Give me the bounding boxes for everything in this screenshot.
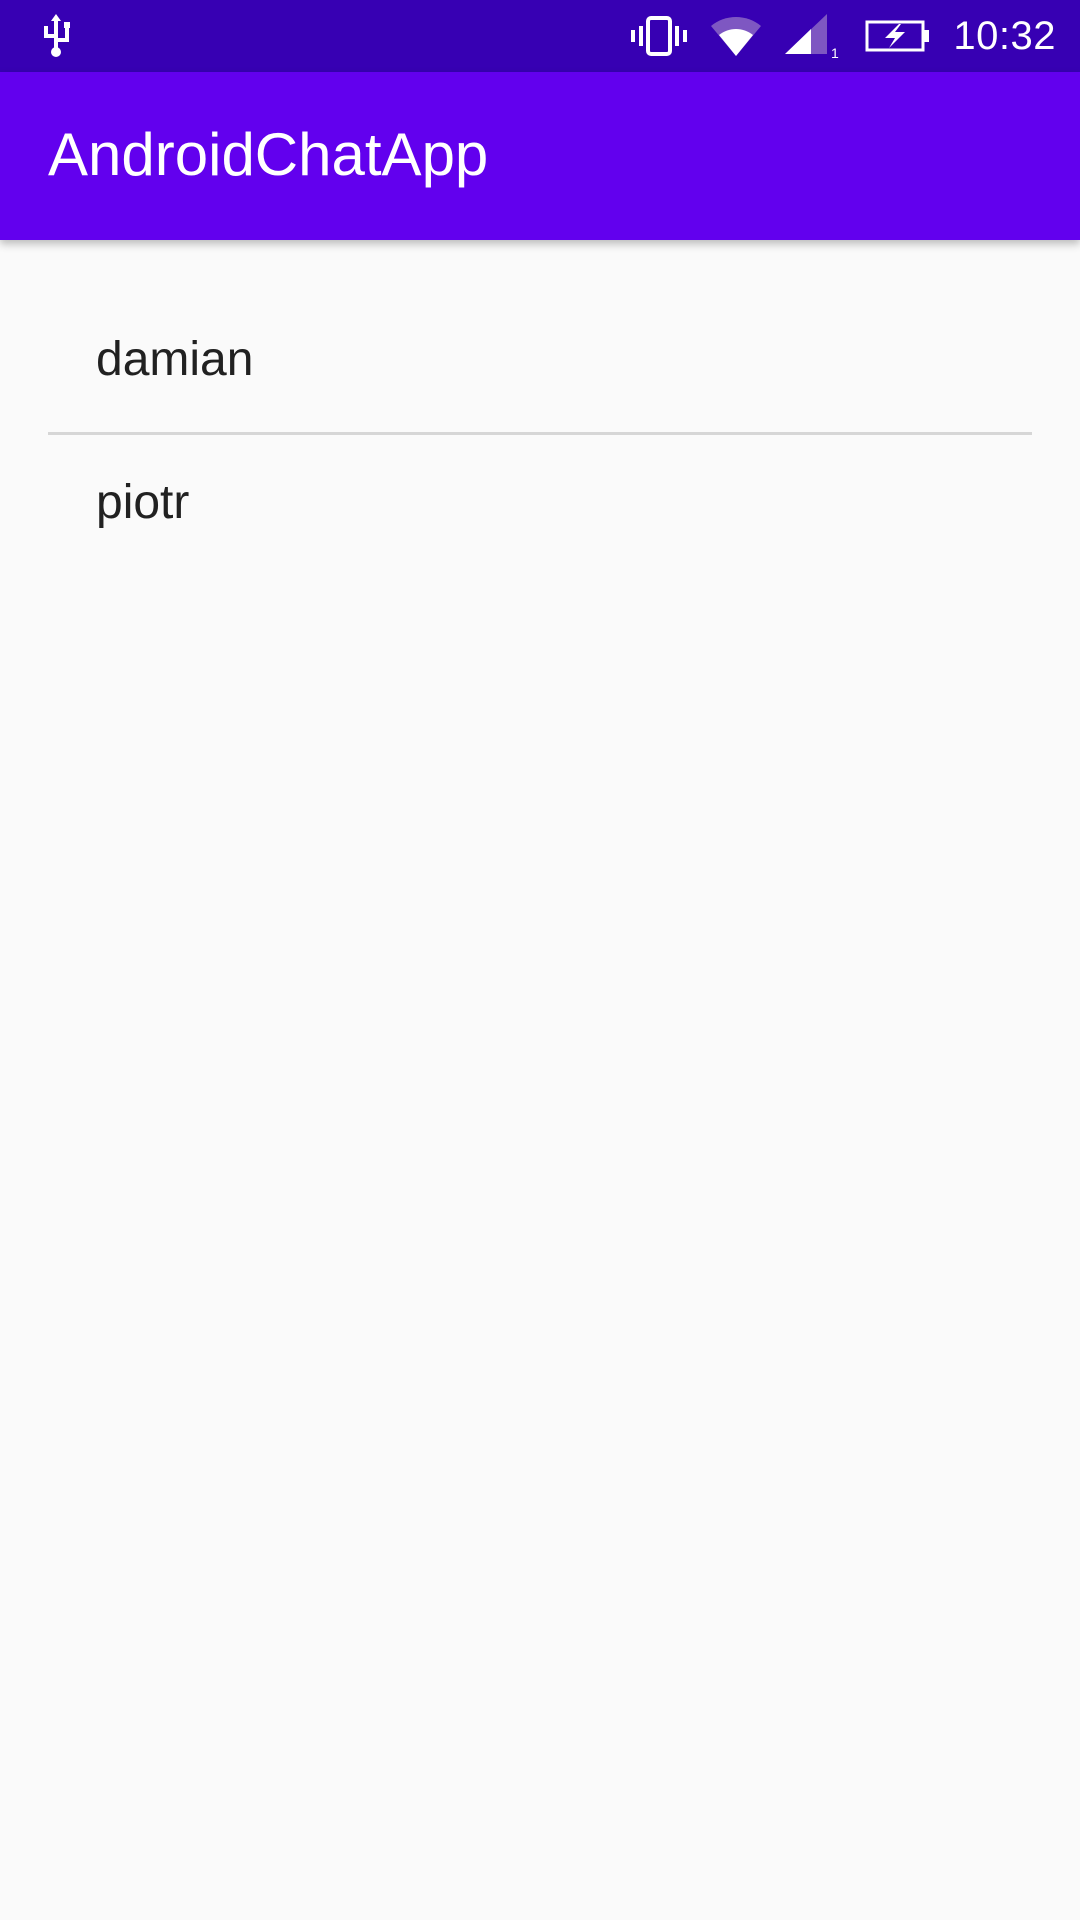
sim-slot-label: 1 (831, 45, 839, 58)
battery-charging-icon (865, 18, 931, 54)
status-icons: 1 10:32 (631, 0, 1056, 72)
wifi-icon (709, 14, 763, 58)
app-title: AndroidChatApp (48, 121, 489, 188)
contact-list: damian piotr (0, 240, 1080, 585)
app-bar: AndroidChatApp (0, 72, 1080, 240)
contact-item-piotr[interactable]: piotr (0, 433, 1080, 585)
status-bar: 1 10:32 (0, 0, 1080, 72)
screen: 1 10:32 AndroidChatApp damian piotr (0, 0, 1080, 1920)
contact-name: damian (96, 333, 254, 386)
status-time: 10:32 (953, 13, 1056, 58)
contact-item-damian[interactable]: damian (0, 240, 1080, 433)
usb-icon (38, 14, 74, 60)
signal-icon: 1 (785, 14, 843, 58)
vibrate-icon (631, 14, 688, 58)
contact-name: piotr (96, 476, 190, 529)
